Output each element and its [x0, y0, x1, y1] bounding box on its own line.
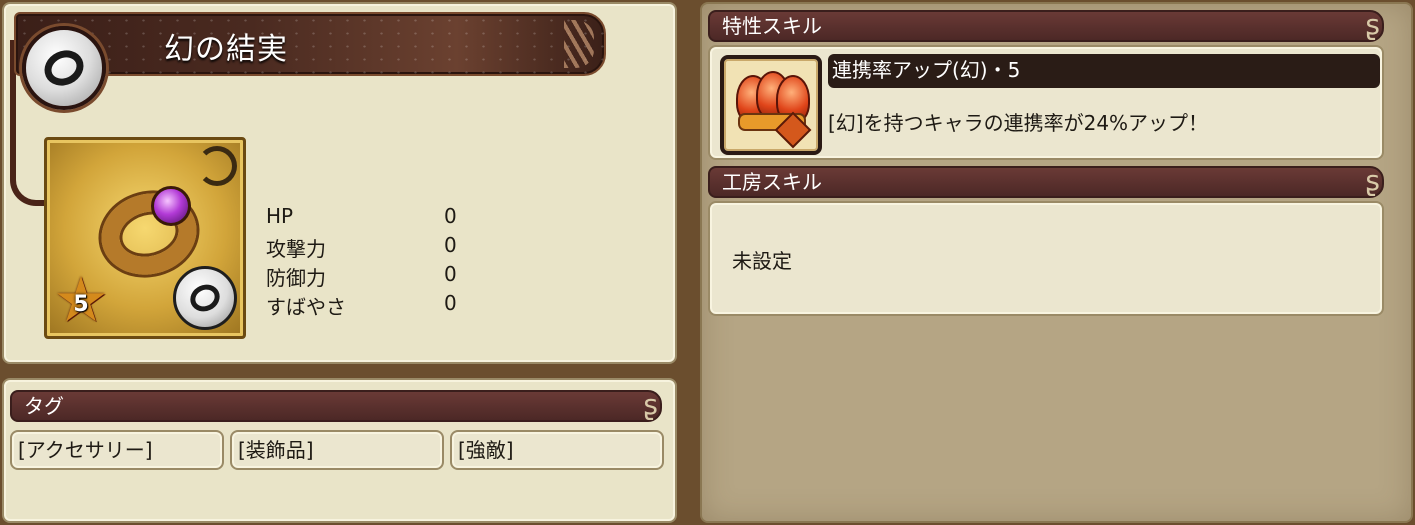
trait-skill-name: 連携率アップ(幻)・5: [828, 54, 1380, 88]
stat-value: 0: [444, 291, 457, 315]
workshop-skill-value: 未設定: [732, 249, 792, 273]
stat-label: HP: [266, 204, 294, 228]
stat-row-speed: すばやさ 0: [266, 291, 466, 320]
workshop-skill-header: 工房スキル ʂ: [708, 164, 1384, 198]
tag-item[interactable]: [強敵]: [450, 430, 664, 470]
banner-ornament: [564, 20, 594, 68]
card-type-badge: [173, 266, 237, 330]
swirl-icon: [197, 146, 237, 186]
tag-item[interactable]: [装飾品]: [230, 430, 444, 470]
stat-row-hp: HP 0: [266, 204, 466, 233]
crown-medal-icon: [720, 55, 822, 155]
item-card[interactable]: ★ 5: [44, 137, 246, 339]
scroll-curl-icon: ʂ: [1365, 164, 1380, 197]
stats-list: HP 0 攻撃力 0 防御力 0 すばやさ 0: [266, 204, 466, 320]
trait-skill-header-label: 特性スキル: [722, 14, 822, 38]
tags-header-label: タグ: [24, 394, 64, 418]
stat-row-defense: 防御力 0: [266, 262, 466, 291]
ring-icon: [185, 279, 225, 317]
tags-header: タグ ʂ: [10, 388, 662, 422]
trait-skill-header: 特性スキル ʂ: [708, 8, 1384, 42]
stat-value: 0: [444, 262, 457, 286]
stat-value: 0: [444, 233, 457, 257]
trait-skill-description: [幻]を持つキャラの連携率が24%アップ！: [828, 111, 1209, 135]
stat-label: 防御力: [266, 266, 326, 290]
rarity-star-icon: ★ 5: [53, 263, 109, 336]
scroll-curl-icon: ʂ: [643, 388, 658, 421]
ring-type-icon: [22, 26, 106, 110]
trait-skill-box[interactable]: 連携率アップ(幻)・5 [幻]を持つキャラの連携率が24%アップ！: [708, 45, 1384, 160]
stat-value: 0: [444, 204, 457, 228]
tag-item[interactable]: [アクセサリー]: [10, 430, 224, 470]
workshop-skill-box[interactable]: 未設定: [708, 201, 1384, 316]
stat-label: すばやさ: [266, 295, 346, 319]
scroll-curl-icon: ʂ: [1365, 8, 1380, 41]
ring-icon: [38, 44, 90, 92]
gem-icon: [151, 186, 191, 226]
item-name: 幻の結実: [164, 32, 288, 67]
stat-label: 攻撃力: [266, 237, 326, 261]
rarity-value: 5: [73, 291, 89, 317]
workshop-skill-header-label: 工房スキル: [722, 170, 822, 194]
stat-row-attack: 攻撃力 0: [266, 233, 466, 262]
